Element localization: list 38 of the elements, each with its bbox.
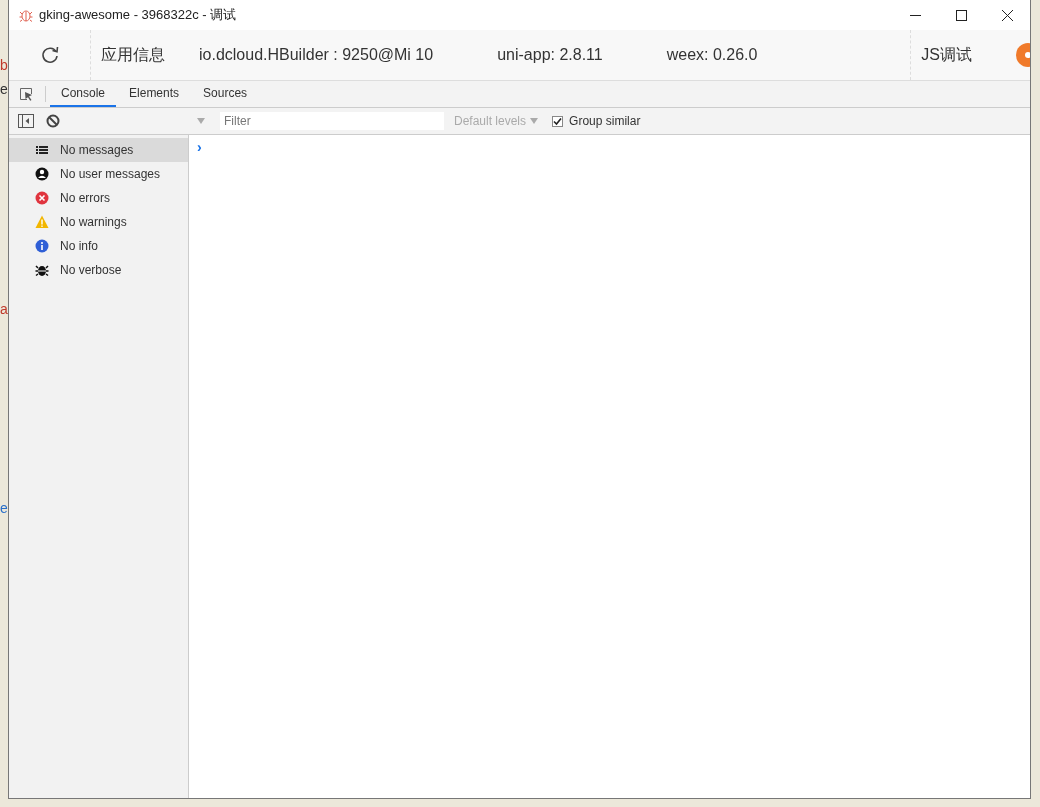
dropdown-arrow-icon [197,118,205,124]
user-icon [35,167,49,181]
close-icon [999,7,1015,23]
check-icon [553,116,563,126]
weex-version: weex: 0.26.0 [666,46,758,64]
filter-field[interactable]: Filter [220,112,444,130]
tab[interactable]: Sources [192,81,259,107]
background-letter: e [0,500,8,516]
sidebar-item[interactable]: No errors [9,186,188,210]
bug-icon [19,8,33,22]
sidebar-item[interactable]: No warnings [9,210,188,234]
list-icon [35,143,49,157]
block-icon [46,114,60,128]
background-letter: b [0,57,8,73]
refresh-icon [39,45,60,65]
console-prompt: › [197,139,202,155]
sidebar-item[interactable]: No user messages [9,162,188,186]
bug-icon [35,263,49,277]
window-title: gking-awesome - 3968322c - 调试 [39,6,237,24]
maximize-icon [953,7,969,23]
sidebar-item[interactable]: No info [9,234,188,258]
warning-icon [35,215,49,229]
sidebar-toggle-icon [18,114,34,128]
minimize-icon [909,14,921,16]
sidebar-item[interactable]: No verbose [9,258,188,282]
info-icon [35,239,49,253]
sidebar-item[interactable]: No messages [9,138,188,162]
tab[interactable]: Elements [118,81,191,107]
inspect-icon [19,87,33,101]
app-info-label: 应用信息 [101,44,165,65]
package-label: io.dcloud.HBuilder : 9250@Mi 10 [199,46,434,64]
dropdown-arrow-icon [530,118,539,124]
uni-app-version: uni-app: 2.8.11 [497,46,603,64]
background-letter: e [0,81,8,97]
checkbox-label: Group similar [569,114,641,128]
background-letter: a [0,301,8,317]
error-icon [35,191,49,205]
checkbox[interactable] [552,115,564,127]
